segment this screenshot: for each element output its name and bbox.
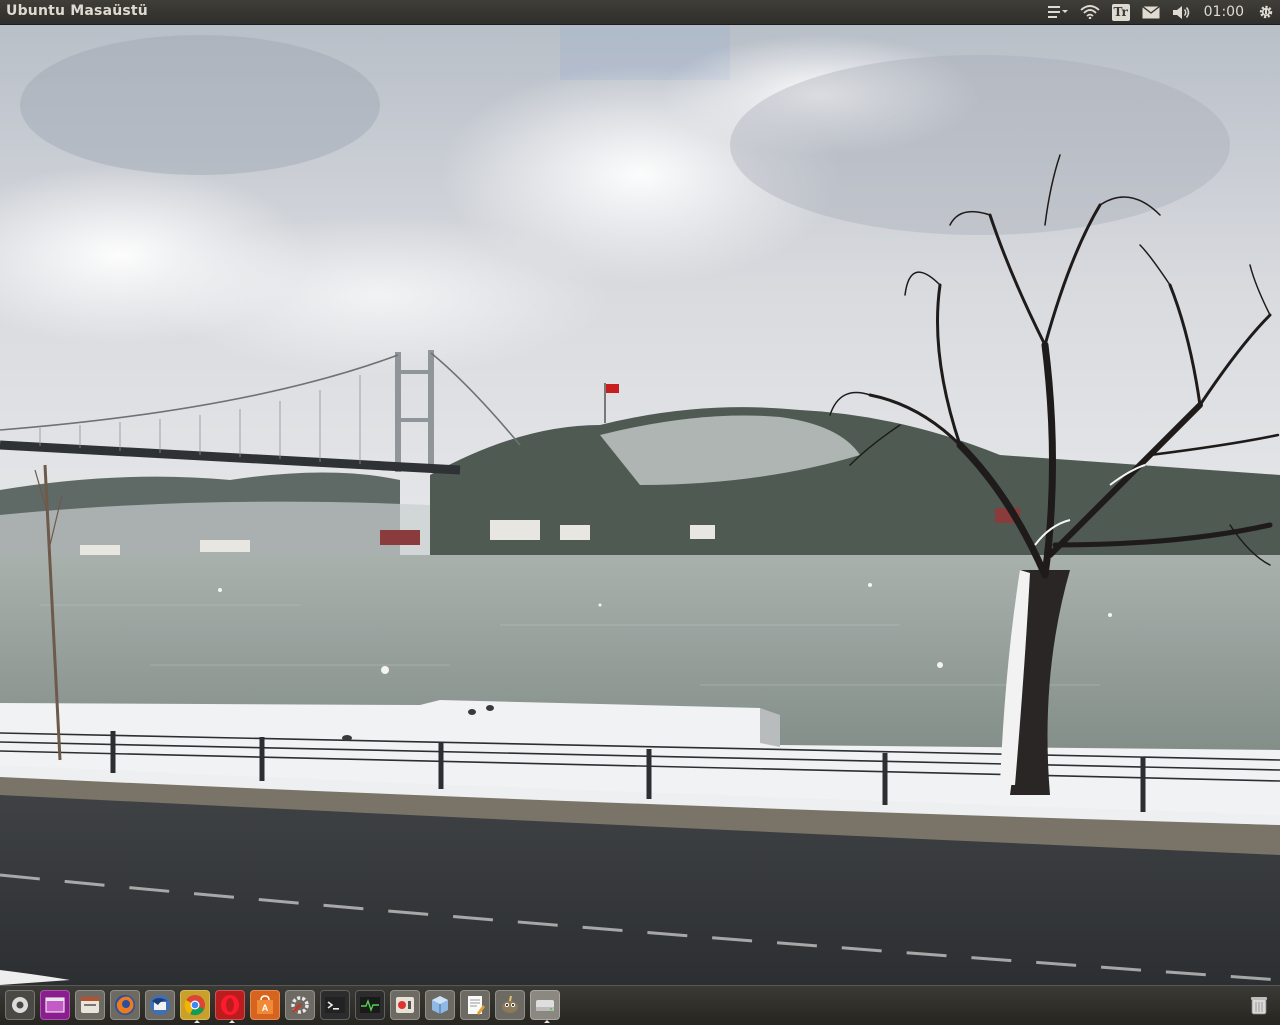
window-title: Ubuntu Masaüstü (6, 3, 148, 19)
clock[interactable]: 01:00 (1204, 0, 1244, 24)
workspace-switcher-icon[interactable] (40, 990, 70, 1020)
virtualbox-icon[interactable] (425, 990, 455, 1020)
drive-icon[interactable] (530, 990, 560, 1023)
running-indicator (194, 1020, 200, 1023)
running-indicator (544, 1020, 550, 1023)
wifi-icon[interactable] (1080, 0, 1100, 24)
gear-icon[interactable] (1258, 0, 1274, 24)
recorder-icon[interactable] (390, 990, 420, 1020)
keyboard-layout-label: Tr (1111, 3, 1130, 21)
svg-text:A: A (262, 1003, 269, 1013)
launcher-dock: A (0, 985, 1280, 1025)
desktop-wallpaper (0, 25, 1280, 985)
mail-icon[interactable] (1141, 0, 1160, 24)
system-monitor-icon[interactable] (355, 990, 385, 1020)
gimp-icon[interactable] (495, 990, 525, 1020)
volume-icon[interactable] (1172, 0, 1192, 24)
system-settings-icon[interactable] (285, 990, 315, 1020)
thunderbird-icon[interactable] (145, 990, 175, 1020)
dash-home-icon[interactable] (5, 990, 35, 1020)
text-editor-icon[interactable] (460, 990, 490, 1020)
top-panel: Ubuntu Masaüstü Tr 01:00 (0, 0, 1280, 25)
files-icon[interactable] (75, 990, 105, 1020)
indicator-area: Tr 01:00 (1042, 0, 1280, 24)
chrome-icon[interactable] (180, 990, 210, 1023)
software-center-icon[interactable]: A (250, 990, 280, 1020)
running-indicator (229, 1020, 235, 1023)
menu-icon[interactable] (1047, 0, 1068, 24)
opera-icon[interactable] (215, 990, 245, 1023)
terminal-icon[interactable] (320, 990, 350, 1020)
trash-icon[interactable] (1244, 990, 1274, 1020)
keyboard-layout-badge[interactable]: Tr (1111, 0, 1130, 24)
firefox-icon[interactable] (110, 990, 140, 1020)
